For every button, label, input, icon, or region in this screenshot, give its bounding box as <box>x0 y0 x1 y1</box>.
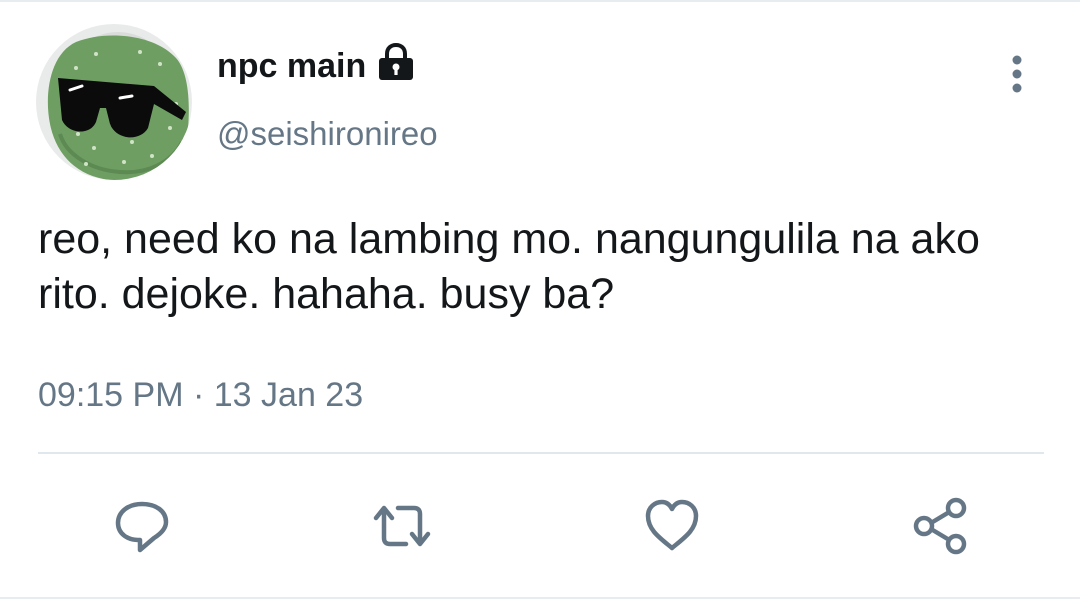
display-name: npc main <box>217 47 367 85</box>
like-icon <box>645 499 699 551</box>
tweet-timestamp[interactable]: 09:15 PM · 13 Jan 23 <box>38 373 363 417</box>
avatar[interactable] <box>36 24 192 180</box>
share-button[interactable] <box>908 494 972 558</box>
tweet-date: 13 Jan 23 <box>213 376 364 414</box>
more-vertical-icon <box>1012 55 1022 93</box>
meta-separator: · <box>192 376 205 414</box>
top-border <box>0 0 1080 2</box>
display-name-row[interactable]: npc main <box>217 42 416 88</box>
tweet-time: 09:15 PM <box>38 376 184 414</box>
user-handle[interactable]: @seishironireo <box>217 112 438 156</box>
like-button[interactable] <box>640 494 704 558</box>
divider <box>38 452 1044 454</box>
lock-icon <box>376 42 416 81</box>
reply-icon <box>115 501 169 553</box>
cactus-sunglasses-avatar-icon <box>36 24 192 180</box>
retweet-icon <box>373 505 431 547</box>
more-options-button[interactable] <box>996 50 1038 100</box>
retweet-button[interactable] <box>370 494 434 558</box>
reply-button[interactable] <box>110 494 174 558</box>
share-icon <box>913 497 967 555</box>
tweet-text: reo, need ko na lambing mo. nangungulila… <box>38 215 980 318</box>
